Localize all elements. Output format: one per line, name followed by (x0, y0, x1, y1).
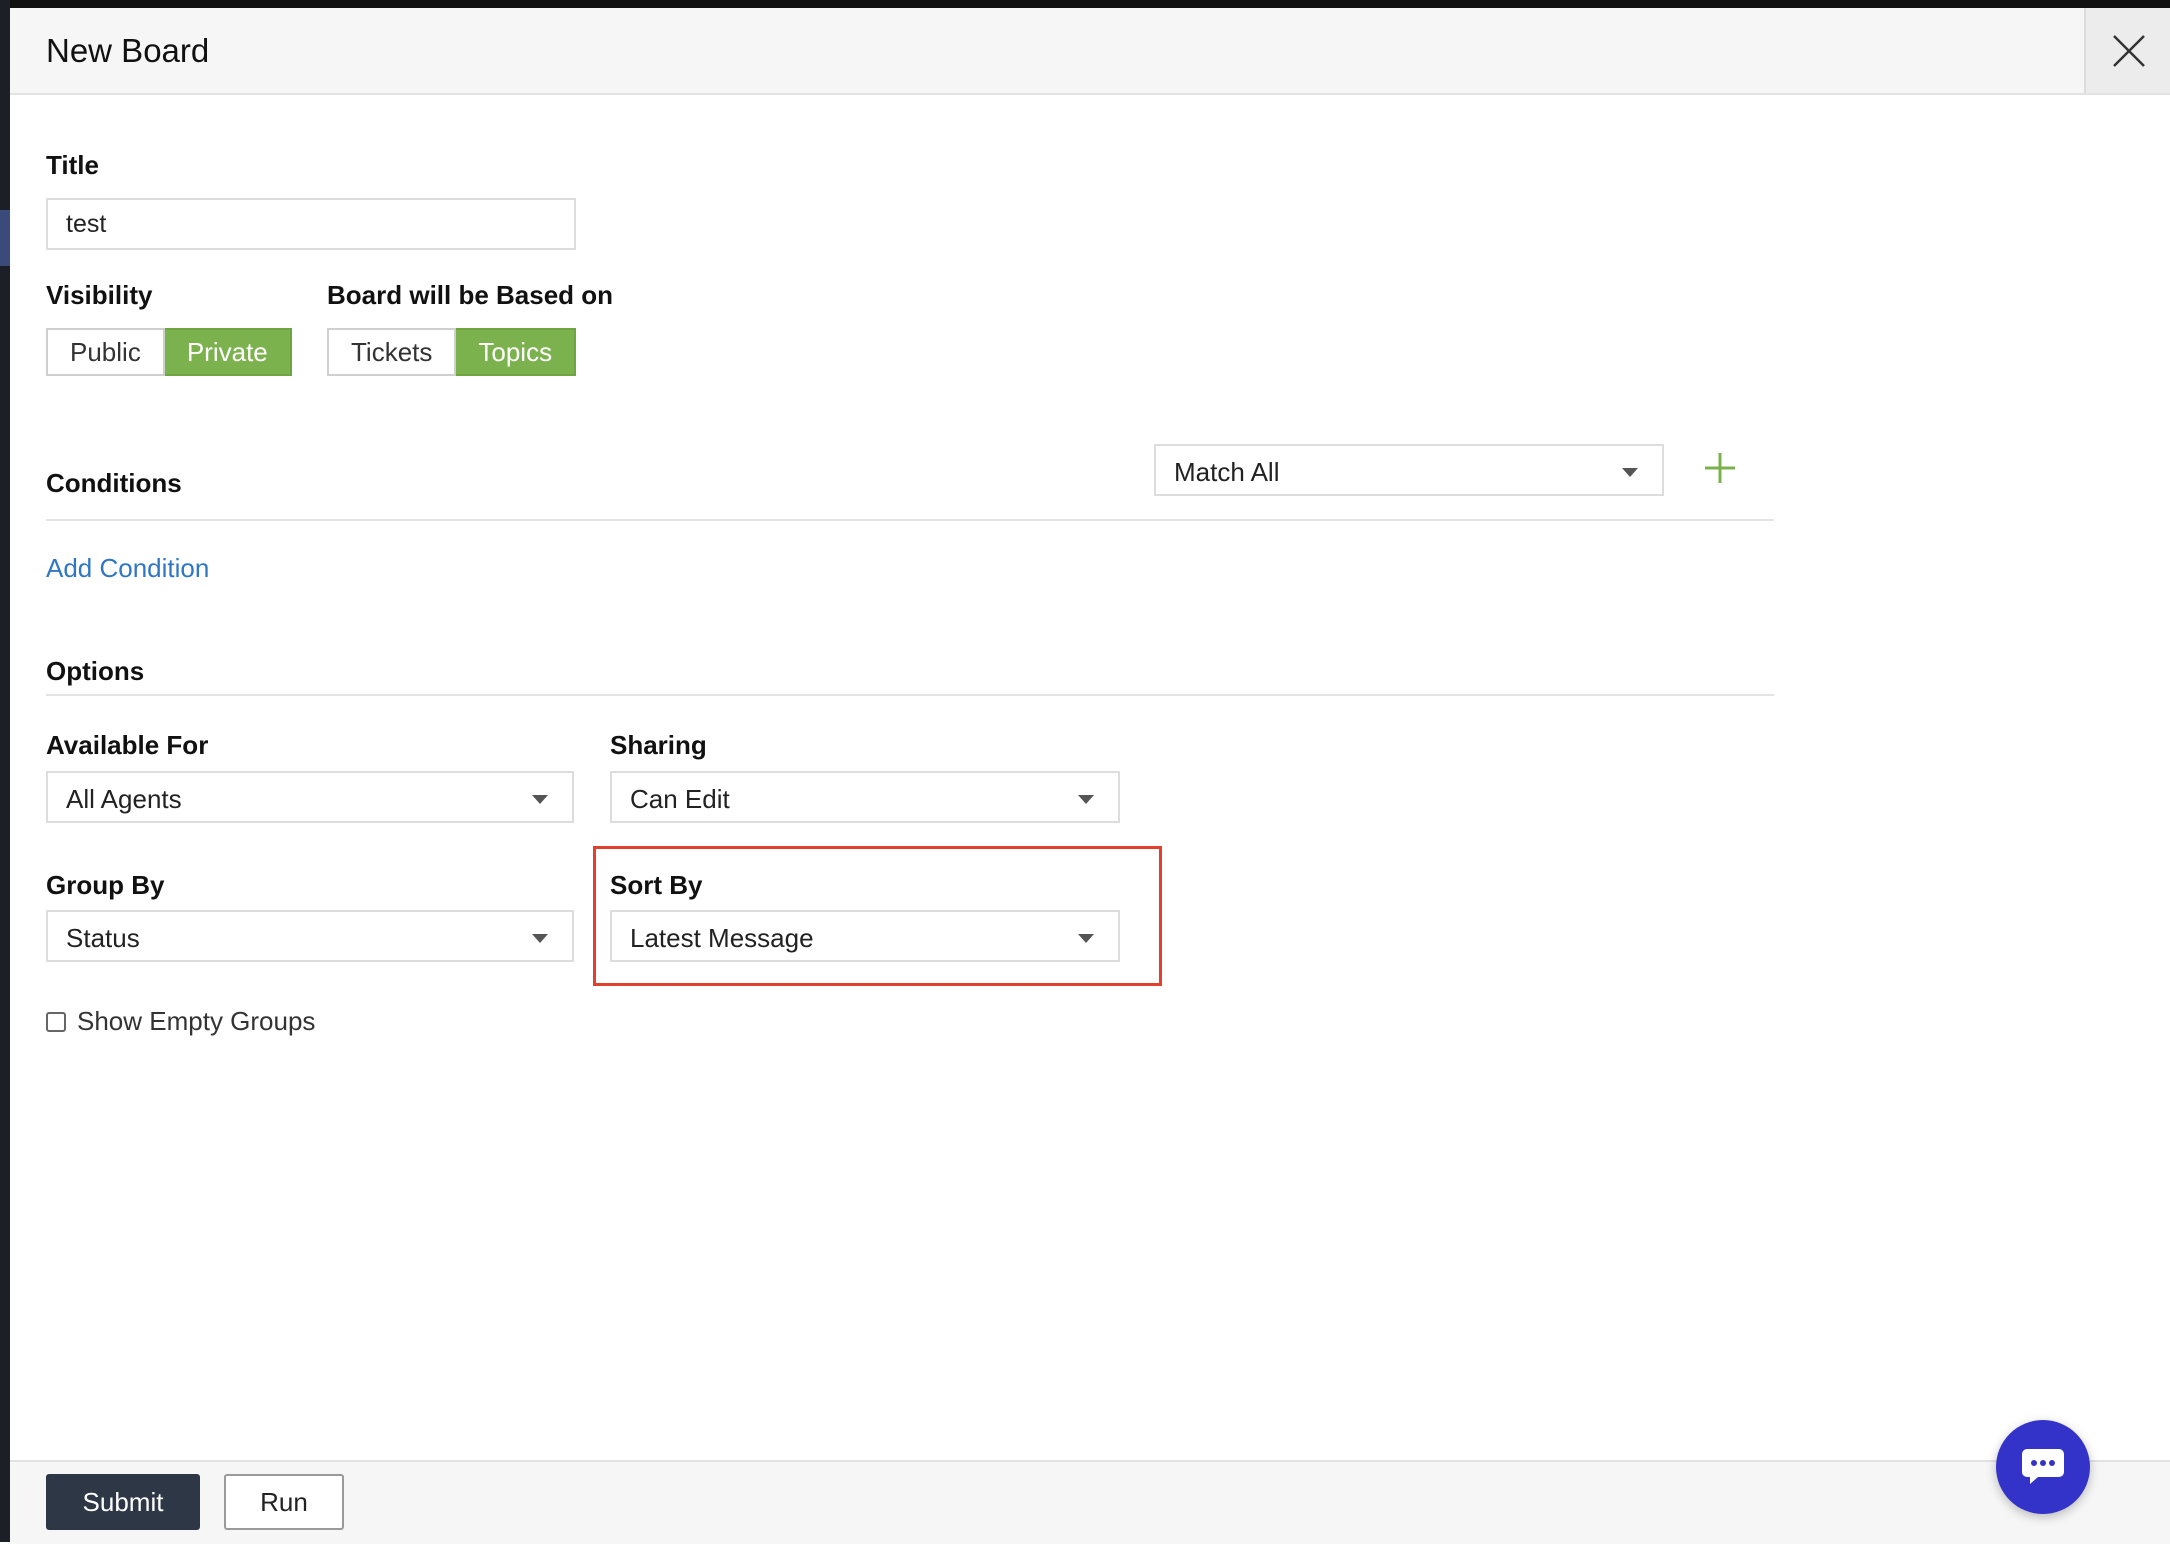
conditions-divider (46, 519, 1774, 521)
group-by-value: Status (66, 923, 140, 953)
visibility-public-option[interactable]: Public (46, 328, 165, 376)
available-for-value: All Agents (66, 784, 182, 814)
modal-header: New Board (10, 8, 2170, 95)
add-condition-plus-button[interactable] (1700, 448, 1740, 488)
match-select-value: Match All (1174, 457, 1280, 487)
available-for-label: Available For (46, 730, 209, 760)
options-label: Options (46, 656, 145, 686)
based-on-topics-option[interactable]: Topics (456, 328, 577, 376)
close-button[interactable] (2084, 8, 2170, 93)
match-select[interactable]: Match All (1154, 444, 1664, 496)
chevron-down-icon (532, 795, 548, 804)
run-button[interactable]: Run (224, 1474, 344, 1530)
plus-icon (1705, 453, 1735, 483)
group-by-label: Group By (46, 870, 165, 900)
options-divider (46, 694, 1774, 696)
group-by-select[interactable]: Status (46, 910, 574, 962)
background-sidebar (0, 0, 10, 1542)
sharing-select[interactable]: Can Edit (610, 771, 1120, 823)
submit-button[interactable]: Submit (46, 1474, 200, 1530)
available-for-select[interactable]: All Agents (46, 771, 574, 823)
title-input[interactable]: test (46, 198, 576, 250)
sharing-label: Sharing (610, 730, 707, 760)
chat-bubble-icon (2022, 1449, 2064, 1484)
modal-title: New Board (46, 32, 210, 69)
window-top-bar (0, 0, 2170, 8)
visibility-toggle: Public Private (46, 328, 292, 376)
background-sidebar-accent (0, 210, 10, 266)
visibility-private-option[interactable]: Private (164, 328, 292, 376)
chat-button[interactable] (1996, 1420, 2090, 1514)
add-condition-link[interactable]: Add Condition (46, 553, 209, 584)
show-empty-groups-checkbox[interactable] (46, 1011, 66, 1032)
sort-by-highlight-box (593, 846, 1162, 986)
sharing-value: Can Edit (630, 784, 730, 814)
based-on-label: Board will be Based on (327, 280, 614, 310)
conditions-label: Conditions (46, 468, 182, 498)
show-empty-groups-label[interactable]: Show Empty Groups (77, 1006, 315, 1037)
close-icon (2113, 35, 2145, 67)
new-board-modal: New Board Title test Visibility Public P… (10, 8, 2170, 1544)
chevron-down-icon (532, 934, 548, 943)
chevron-down-icon (1622, 468, 1638, 477)
visibility-label: Visibility (46, 280, 153, 310)
modal-footer: Submit Run (10, 1460, 2170, 1544)
title-label: Title (46, 150, 99, 180)
show-empty-groups-row: Show Empty Groups (46, 1006, 315, 1037)
chevron-down-icon (1078, 795, 1094, 804)
based-on-tickets-option[interactable]: Tickets (327, 328, 457, 376)
based-on-toggle: Tickets Topics (327, 328, 577, 376)
